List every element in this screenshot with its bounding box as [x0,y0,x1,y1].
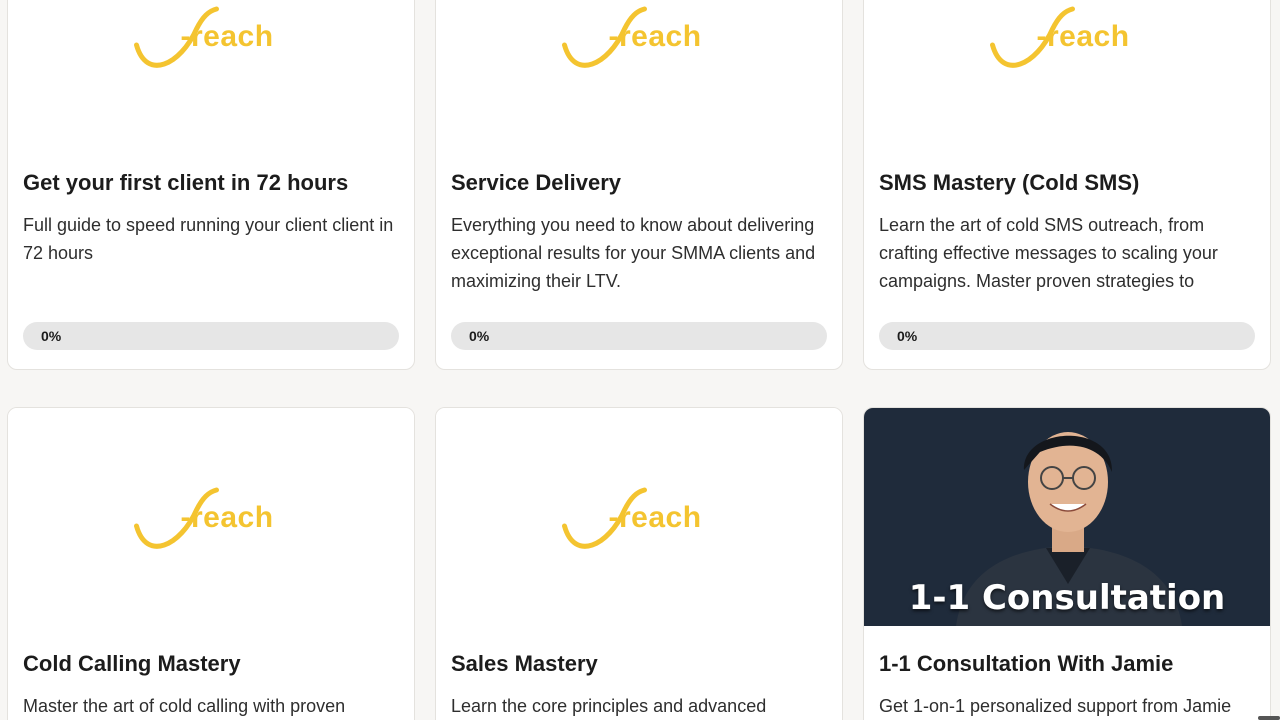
course-title: Cold Calling Mastery [23,651,241,676]
course-thumbnail: -reach [8,408,414,626]
progress-bar: 0% [879,322,1255,350]
course-title: 1-1 Consultation With Jamie [879,651,1174,676]
course-description: Learn the art of cold SMS outreach, from… [879,215,1218,291]
course-card[interactable]: -reach Sales Mastery Learn the core prin… [435,407,843,720]
consultation-thumbnail: 1-1 Consultation [864,408,1270,626]
course-grid: -reach Get your first client in 72 hours… [0,0,1280,720]
course-card[interactable]: -reach Get your first client in 72 hours… [7,0,415,370]
reach-logo: -reach [985,3,1150,73]
course-title: SMS Mastery (Cold SMS) [879,170,1140,195]
course-thumbnail: -reach [436,408,842,626]
course-card[interactable]: 1-1 Consultation 1-1 Consultation With J… [863,407,1271,720]
course-description: Full guide to speed running your client … [23,215,394,263]
progress-bar: 0% [451,322,827,350]
progress-label: 0% [41,328,62,344]
course-card[interactable]: -reach Service Delivery Everything you n… [435,0,843,370]
course-title: Sales Mastery [451,651,598,676]
course-description: Get 1-on-1 personalized support from Jam… [879,696,1232,716]
course-card[interactable]: -reach Cold Calling Mastery Master the a… [7,407,415,720]
progress-label: 0% [897,328,918,344]
course-title: Get your first client in 72 hours [23,170,349,195]
reach-logo: -reach [557,3,722,73]
resize-handle[interactable] [1258,716,1280,720]
course-card[interactable]: -reach SMS Mastery (Cold SMS) Learn the … [863,0,1271,370]
course-description: Everything you need to know about delive… [451,215,816,291]
thumbnail-caption: 1-1 Consultation [908,578,1226,618]
progress-bar: 0% [23,322,399,350]
course-description: Master the art of cold calling with prov… [23,696,346,716]
course-title: Service Delivery [451,170,622,195]
course-description: Learn the core principles and advanced [451,696,767,716]
reach-logo: -reach [129,3,294,73]
reach-logo: -reach [557,484,722,554]
progress-label: 0% [469,328,490,344]
reach-logo: -reach [129,484,294,554]
